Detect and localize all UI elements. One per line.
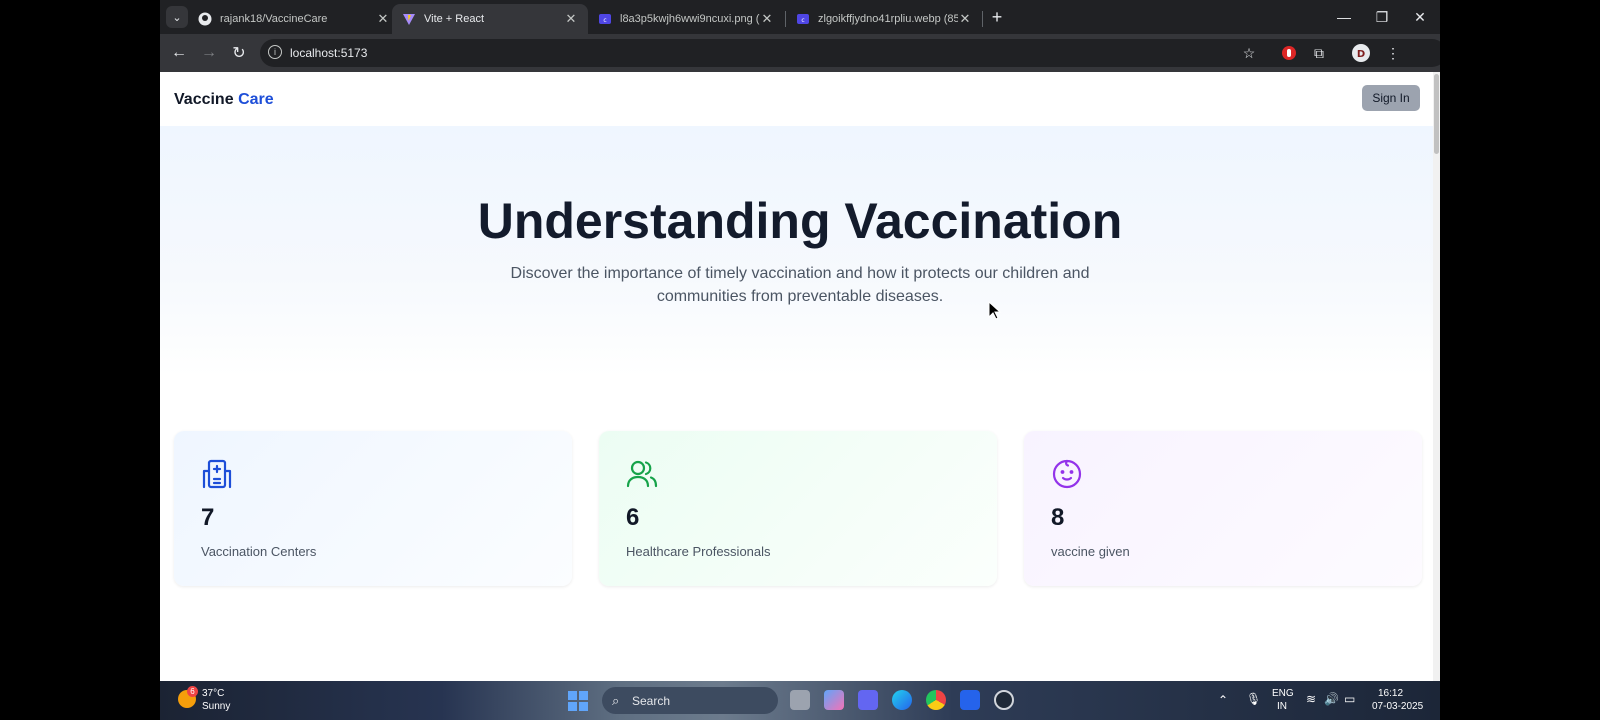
windows-taskbar: 6 37°C Sunny ⌕ Search ⌃ 🎙 ENG IN ≋ 🔊 ▭ 1… — [160, 681, 1440, 720]
screen: ⌄ rajank18/VaccineCare ✕ Vite + React ✕ … — [160, 0, 1440, 720]
forward-button[interactable]: → — [198, 42, 220, 64]
tab-github[interactable]: rajank18/VaccineCare ✕ — [188, 4, 400, 34]
reload-button[interactable]: ↻ — [228, 42, 250, 64]
language-line1[interactable]: ENG — [1272, 688, 1294, 699]
github-icon — [198, 12, 212, 26]
extensions-puzzle-icon[interactable]: ⧉ — [1308, 42, 1330, 64]
close-icon[interactable]: ✕ — [760, 11, 774, 27]
tab-label: rajank18/VaccineCare — [220, 13, 328, 25]
browser-toolbar: ← → ↻ i localhost:5173 ☆ ⧉ D ⋮ — [160, 34, 1440, 72]
stat-value: 6 — [626, 504, 640, 531]
tab-label: zlgoikffjydno41rpliu.webp (850 — [818, 13, 958, 25]
obs-icon[interactable] — [994, 690, 1014, 710]
stat-label: Vaccination Centers — [201, 544, 317, 559]
microphone-icon[interactable]: 🎙 — [1246, 692, 1261, 706]
task-view-icon[interactable] — [790, 690, 810, 710]
stat-value: 7 — [201, 504, 215, 531]
weather-temp[interactable]: 37°C — [202, 688, 224, 699]
weather-badge: 6 — [187, 686, 198, 697]
extension-red-icon[interactable] — [1278, 42, 1300, 64]
svg-text:c: c — [603, 17, 606, 24]
close-icon[interactable]: ✕ — [564, 11, 578, 27]
address-bar[interactable]: i localhost:5173 — [260, 39, 1440, 67]
page-viewport: Vaccine Care Sign In Understanding Vacci… — [160, 72, 1440, 681]
search-icon: ⌕ — [612, 693, 620, 708]
stat-card-professionals: 6 Healthcare Professionals — [599, 431, 997, 586]
weather-desc[interactable]: Sunny — [202, 701, 230, 712]
tab-image-webp[interactable]: c zlgoikffjydno41rpliu.webp (850 ✕ — [786, 4, 982, 34]
close-window-button[interactable]: ✕ — [1402, 4, 1438, 30]
baby-icon — [1050, 457, 1084, 491]
brand-part1: Vaccine — [174, 91, 234, 108]
search-label: Search — [632, 694, 671, 708]
start-button[interactable] — [568, 691, 588, 711]
site-navbar: Vaccine Care Sign In — [160, 72, 1440, 126]
brand-logo[interactable]: Vaccine Care — [174, 91, 274, 109]
url-text[interactable]: localhost:5173 — [290, 46, 367, 60]
tray-overflow-icon[interactable]: ⌃ — [1218, 693, 1228, 707]
scrollbar-thumb[interactable] — [1434, 74, 1439, 154]
tab-label: Vite + React — [424, 13, 485, 25]
profile-avatar[interactable]: D — [1350, 42, 1372, 64]
stat-label: Healthcare Professionals — [626, 544, 771, 559]
tab-image-png[interactable]: c l8a3p5kwjh6wwi9ncuxi.png (70 ✕ — [588, 4, 784, 34]
close-icon[interactable]: ✕ — [958, 11, 972, 27]
tab-search-dropdown[interactable]: ⌄ — [166, 6, 188, 28]
image-icon: c — [796, 12, 810, 26]
wifi-icon[interactable]: ≋ — [1306, 692, 1316, 706]
hero-title: Understanding Vaccination — [477, 193, 1123, 249]
tab-separator — [982, 11, 983, 27]
stat-card-vaccines: 8 vaccine given — [1024, 431, 1422, 586]
edge-icon[interactable] — [892, 690, 912, 710]
battery-icon[interactable]: ▭ — [1344, 692, 1355, 706]
mouse-cursor-icon — [988, 300, 1002, 326]
hospital-icon — [200, 457, 234, 491]
volume-icon[interactable]: 🔊 — [1324, 692, 1339, 706]
restore-button[interactable]: ❐ — [1364, 4, 1400, 30]
bookmark-star-icon[interactable]: ☆ — [1238, 42, 1260, 64]
language-line2[interactable]: IN — [1277, 701, 1287, 712]
users-icon — [625, 457, 659, 491]
vite-icon — [402, 12, 416, 26]
site-info-icon[interactable]: i — [268, 45, 282, 59]
minimize-button[interactable]: — — [1326, 4, 1362, 30]
image-icon: c — [598, 12, 612, 26]
clock-time[interactable]: 16:12 — [1378, 688, 1403, 699]
menu-kebab-icon[interactable]: ⋮ — [1382, 42, 1404, 64]
vscode-icon[interactable] — [960, 690, 980, 710]
tab-label: l8a3p5kwjh6wwi9ncuxi.png (70 — [620, 13, 760, 25]
teams-icon[interactable] — [858, 690, 878, 710]
chrome-icon[interactable] — [926, 690, 946, 710]
copilot-icon[interactable] — [824, 690, 844, 710]
stat-label: vaccine given — [1051, 544, 1130, 559]
stat-card-centers: 7 Vaccination Centers — [174, 431, 572, 586]
stat-value: 8 — [1051, 504, 1065, 531]
svg-text:c: c — [801, 17, 804, 24]
brand-part2: Care — [238, 91, 274, 108]
close-icon[interactable]: ✕ — [376, 11, 390, 27]
new-tab-button[interactable]: + — [986, 6, 1008, 28]
page-scrollbar[interactable] — [1433, 72, 1440, 681]
tab-vite-react[interactable]: Vite + React ✕ — [392, 4, 588, 34]
tab-strip: ⌄ rajank18/VaccineCare ✕ Vite + React ✕ … — [160, 0, 1440, 34]
hero-subtitle: Discover the importance of timely vaccin… — [510, 265, 1090, 305]
back-button[interactable]: ← — [168, 42, 190, 64]
svg-text:D: D — [1357, 49, 1365, 60]
hero-section: Understanding Vaccination Discover the i… — [160, 126, 1440, 376]
clock-date[interactable]: 07-03-2025 — [1372, 701, 1423, 712]
sign-in-button[interactable]: Sign In — [1362, 85, 1420, 111]
taskbar-search[interactable]: ⌕ Search — [602, 687, 778, 714]
